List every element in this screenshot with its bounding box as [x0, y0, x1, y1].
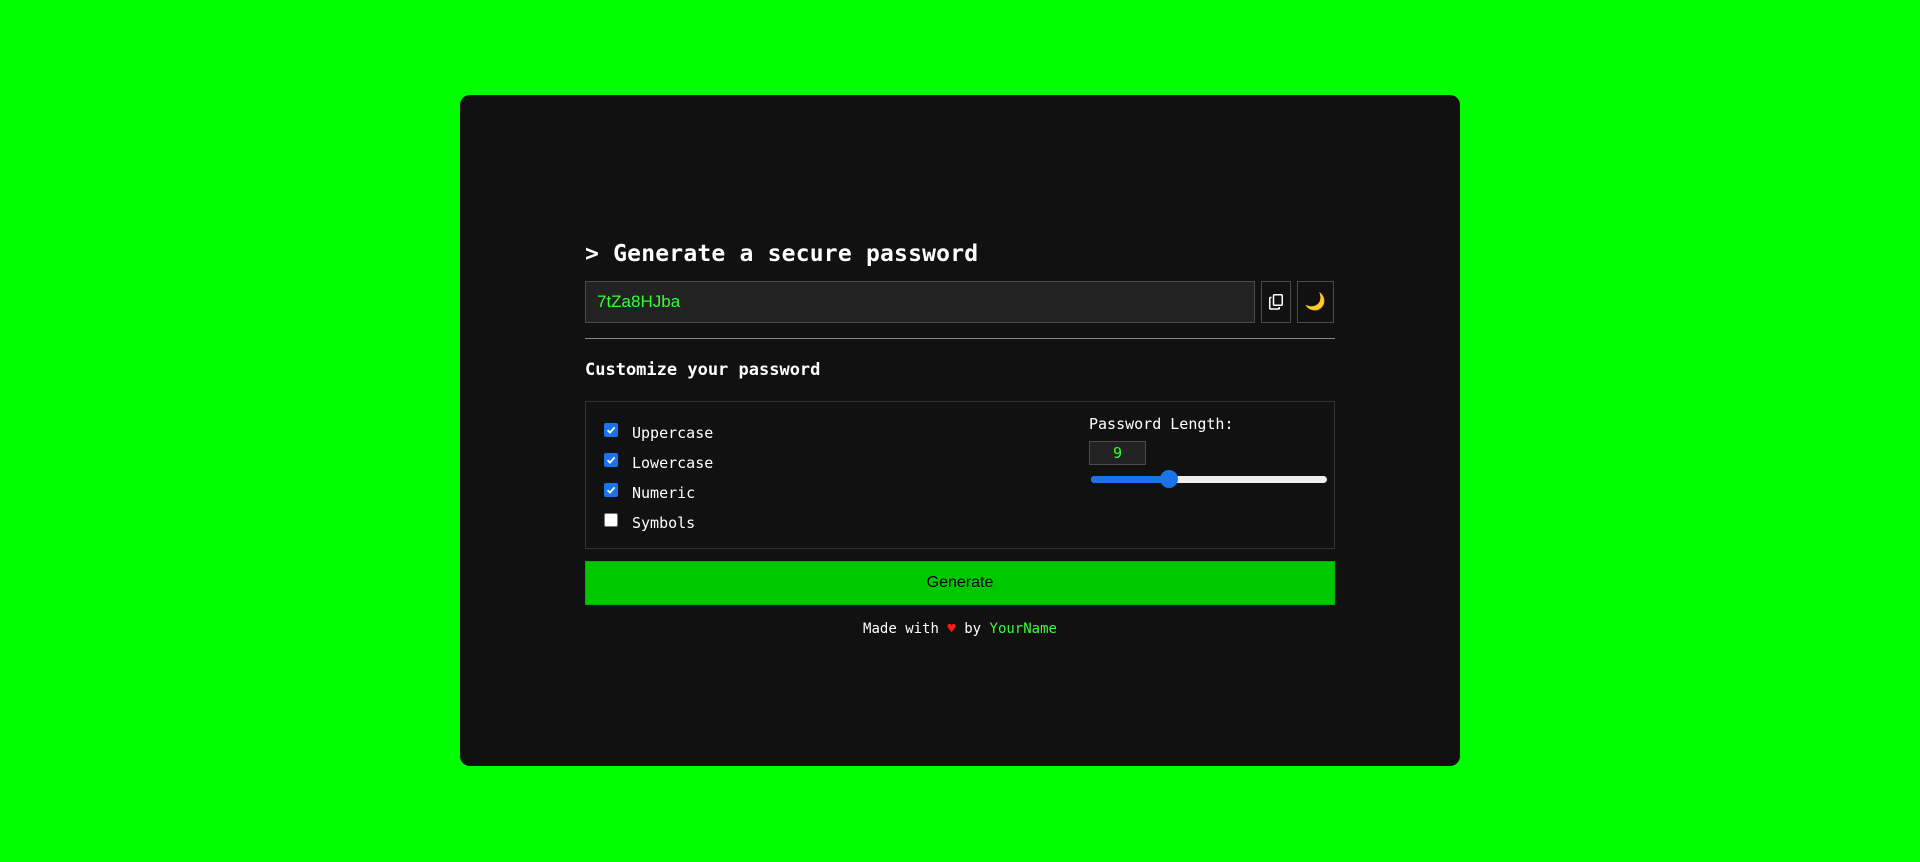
length-slider[interactable] [1091, 470, 1327, 488]
option-numeric[interactable]: Numeric [604, 478, 713, 508]
options-checklist: Uppercase Lowercase Numeric Symbols [604, 418, 713, 538]
length-value-field[interactable]: 9 [1089, 441, 1146, 465]
generator-content: > Generate a secure password 7tZa8HJba 🌙… [585, 240, 1335, 637]
heart-icon: ♥ [947, 621, 956, 637]
footer-prefix: Made with [863, 621, 939, 637]
moon-icon: 🌙 [1304, 292, 1327, 312]
copy-icon [1269, 294, 1283, 310]
footer-by: by [964, 621, 982, 637]
length-label: Password Length: [1089, 415, 1234, 433]
option-label: Uppercase [632, 424, 714, 442]
footer: Made with ♥ by YourName [585, 621, 1335, 637]
checkbox-checked[interactable] [604, 453, 618, 467]
generator-card: > Generate a secure password 7tZa8HJba 🌙… [460, 95, 1460, 766]
page-title: > Generate a secure password [585, 241, 979, 267]
customize-title: Customize your password [585, 360, 821, 380]
password-row: 7tZa8HJba 🌙 [585, 281, 1335, 323]
option-uppercase[interactable]: Uppercase [604, 418, 713, 448]
length-control: Password Length: 9 [1089, 415, 1329, 488]
author-link[interactable]: YourName [990, 621, 1057, 637]
slider-fill [1091, 476, 1169, 483]
option-label: Lowercase [632, 454, 714, 472]
options-panel: Uppercase Lowercase Numeric Symbols Passwor… [585, 401, 1335, 549]
copy-button[interactable] [1261, 281, 1291, 323]
option-symbols[interactable]: Symbols [604, 508, 713, 538]
theme-toggle-button[interactable]: 🌙 [1297, 281, 1334, 323]
checkbox-unchecked[interactable] [604, 513, 618, 527]
option-label: Numeric [632, 484, 696, 502]
checkbox-checked[interactable] [604, 423, 618, 437]
password-output[interactable]: 7tZa8HJba [585, 281, 1255, 323]
option-label: Symbols [632, 514, 696, 532]
checkbox-checked[interactable] [604, 483, 618, 497]
divider [585, 338, 1335, 339]
slider-thumb[interactable] [1160, 470, 1178, 488]
generate-button[interactable]: Generate [585, 561, 1335, 605]
option-lowercase[interactable]: Lowercase [604, 448, 713, 478]
